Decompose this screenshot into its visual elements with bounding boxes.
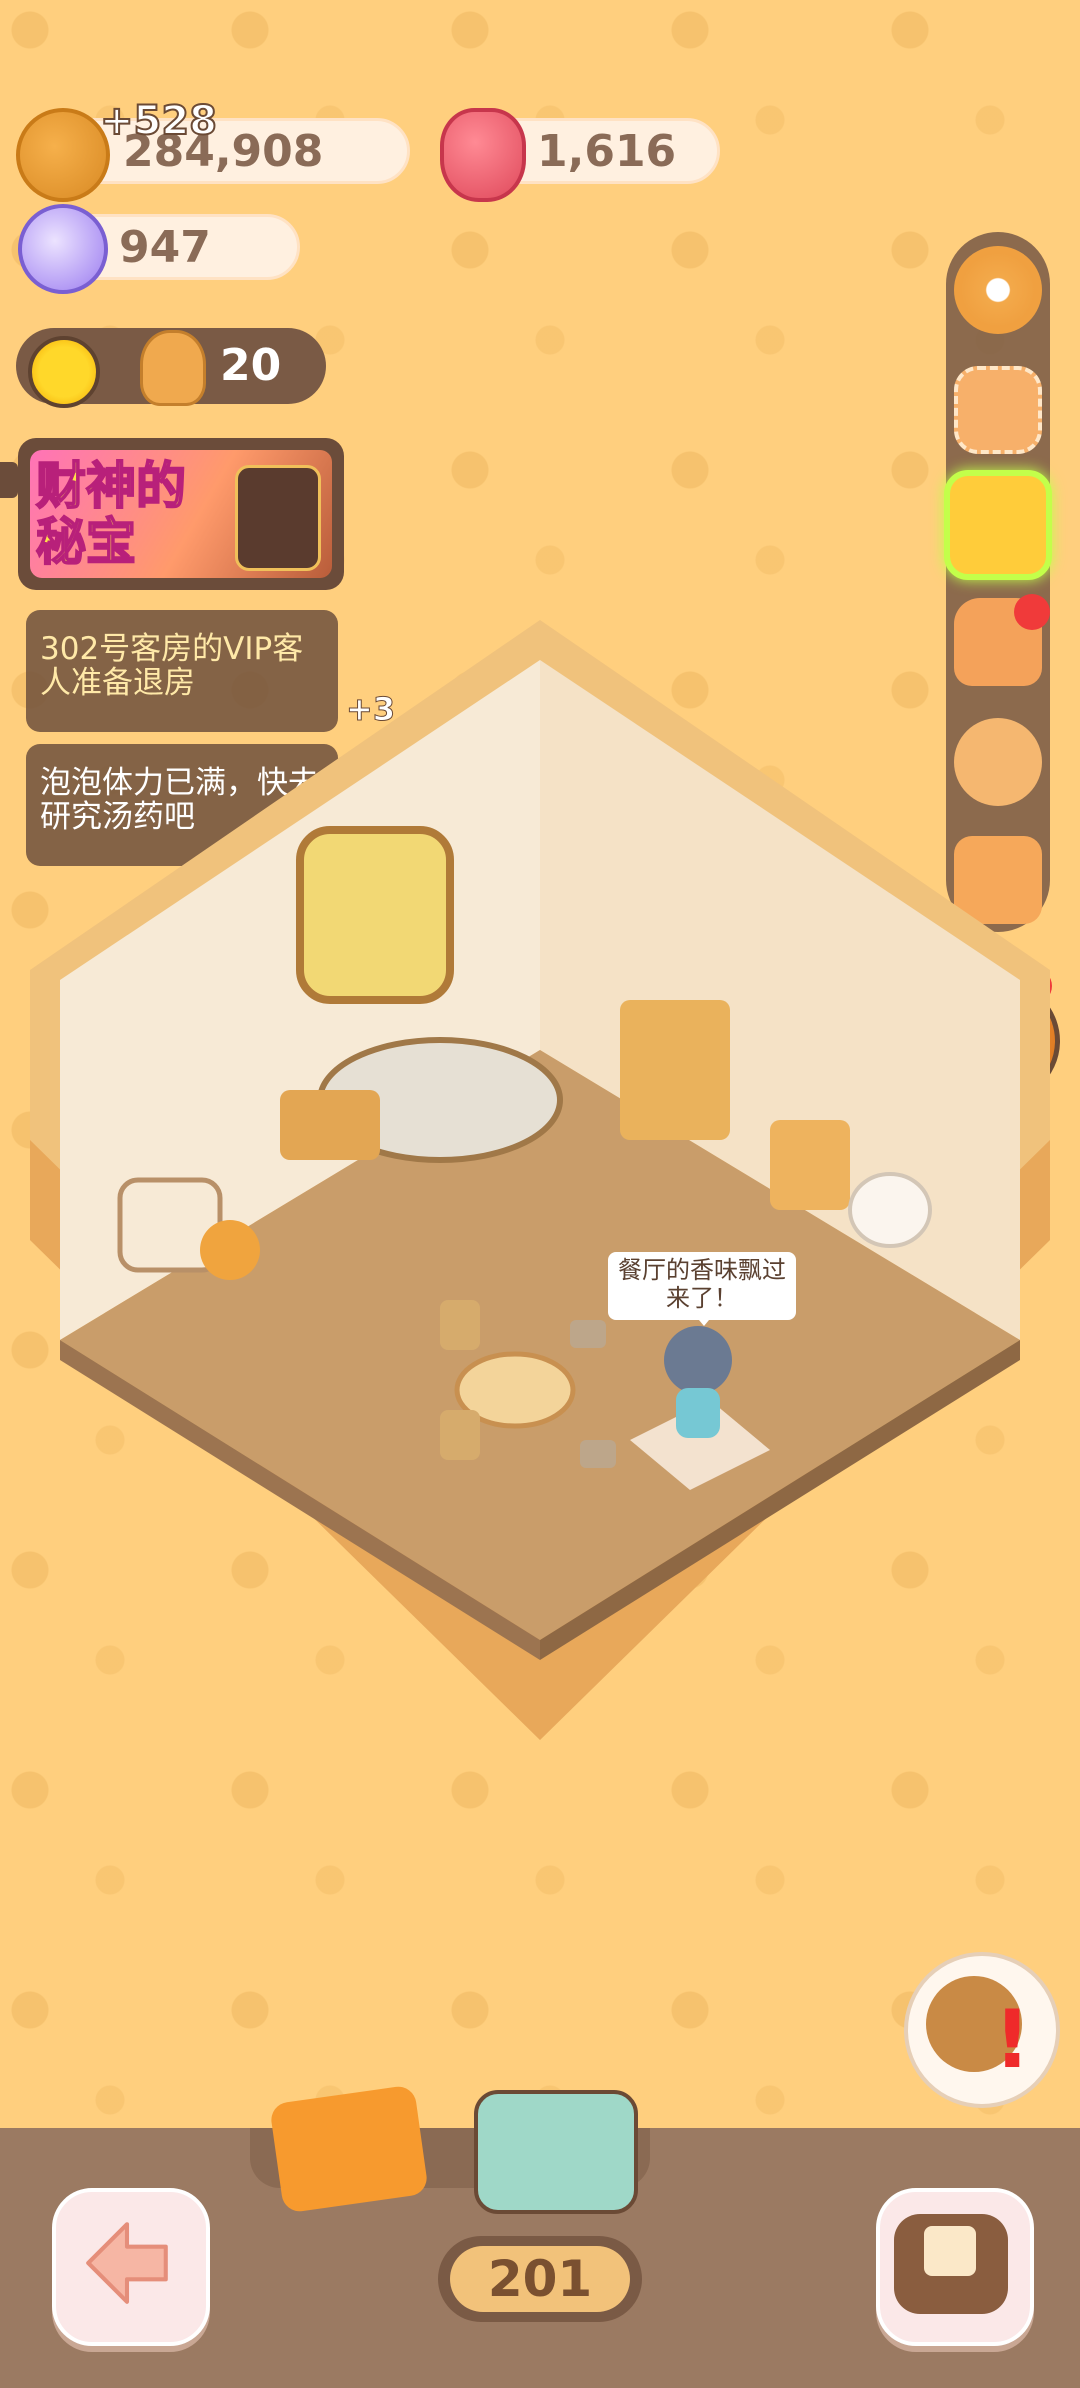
sun-icon [28,336,100,408]
stamp-icon[interactable] [954,366,1042,454]
level-number: 201 [450,2246,630,2312]
cookie-plushie [200,1220,260,1280]
gem-amount: 1,616 [537,125,677,177]
exclamation-icon: ! [994,1993,1031,2086]
sink-cabinet [770,1120,850,1210]
cookie-gain-label: +528 [99,97,218,145]
star-shop-icon[interactable] [944,470,1052,580]
hotel-room-scene[interactable] [30,620,1050,1740]
banner-tab [0,462,18,498]
stool [570,1320,606,1348]
chair [440,1410,480,1460]
speech-bubble-tail [694,1314,714,1326]
settings-gear-icon[interactable] [954,246,1042,334]
back-arrow-icon [86,2222,168,2304]
sofa-cushion [924,2226,976,2276]
nightstand [280,1090,380,1160]
stool [580,1440,616,1468]
guest-character [664,1326,732,1394]
chair [440,1300,480,1350]
candy-icon [18,204,108,294]
window [296,826,454,1004]
cookie-man-icon [140,330,206,406]
mail-camera-icon[interactable] [474,2090,638,2214]
dresser [620,1000,730,1140]
speech-bubble: 餐厅的香味飘过来了！ [608,1252,796,1320]
energy-count: 20 [220,340,282,391]
candle-gem-icon [440,108,526,202]
toilet [848,1172,932,1248]
recipe-folder-icon[interactable] [269,2084,429,2214]
event-title: 财神的秘宝 [35,457,187,571]
cookie-icon [16,108,110,202]
treasure-chest-icon [235,465,321,571]
candy-amount: 947 [119,221,211,273]
